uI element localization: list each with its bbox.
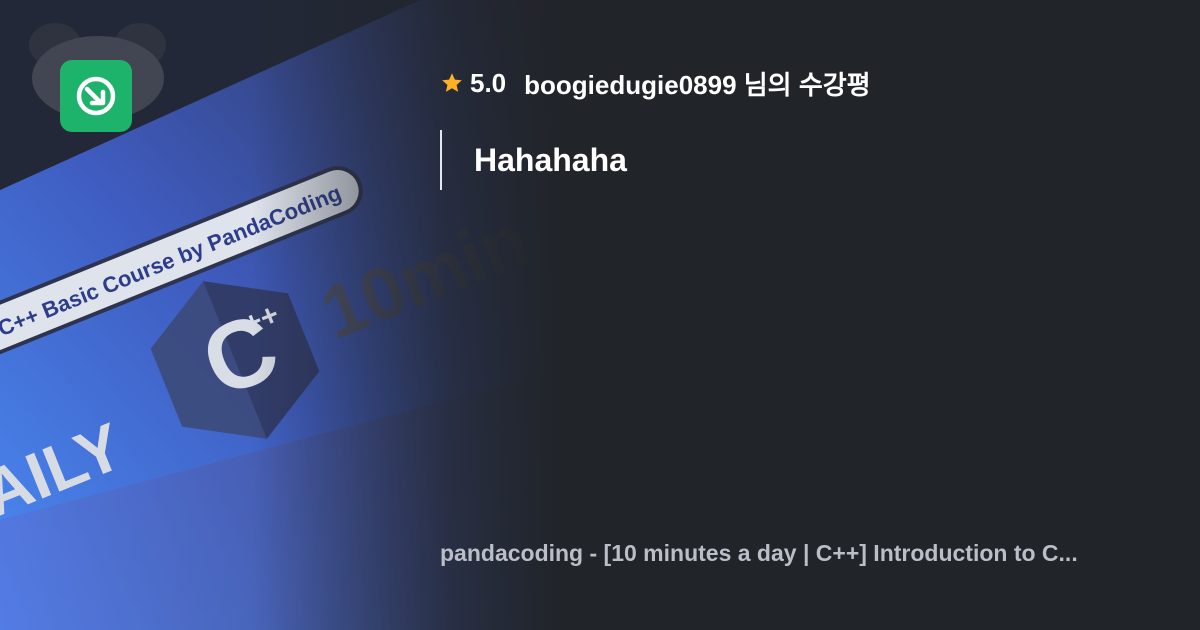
review-quote: Hahahaha — [440, 130, 627, 190]
course-title: pandacoding - [10 minutes a day | C++] I… — [440, 540, 1078, 566]
inflearn-logo[interactable] — [60, 60, 132, 132]
inflearn-logo-icon — [76, 76, 116, 116]
review-text: Hahahaha — [474, 141, 627, 178]
reviewer-line: boogiedugie0899 님의 수강평 — [524, 69, 871, 100]
star-icon — [442, 73, 462, 92]
review-rating-line: 5.0 boogiedugie0899 님의 수강평 — [440, 66, 871, 100]
rating-score: 5.0 — [470, 67, 507, 98]
